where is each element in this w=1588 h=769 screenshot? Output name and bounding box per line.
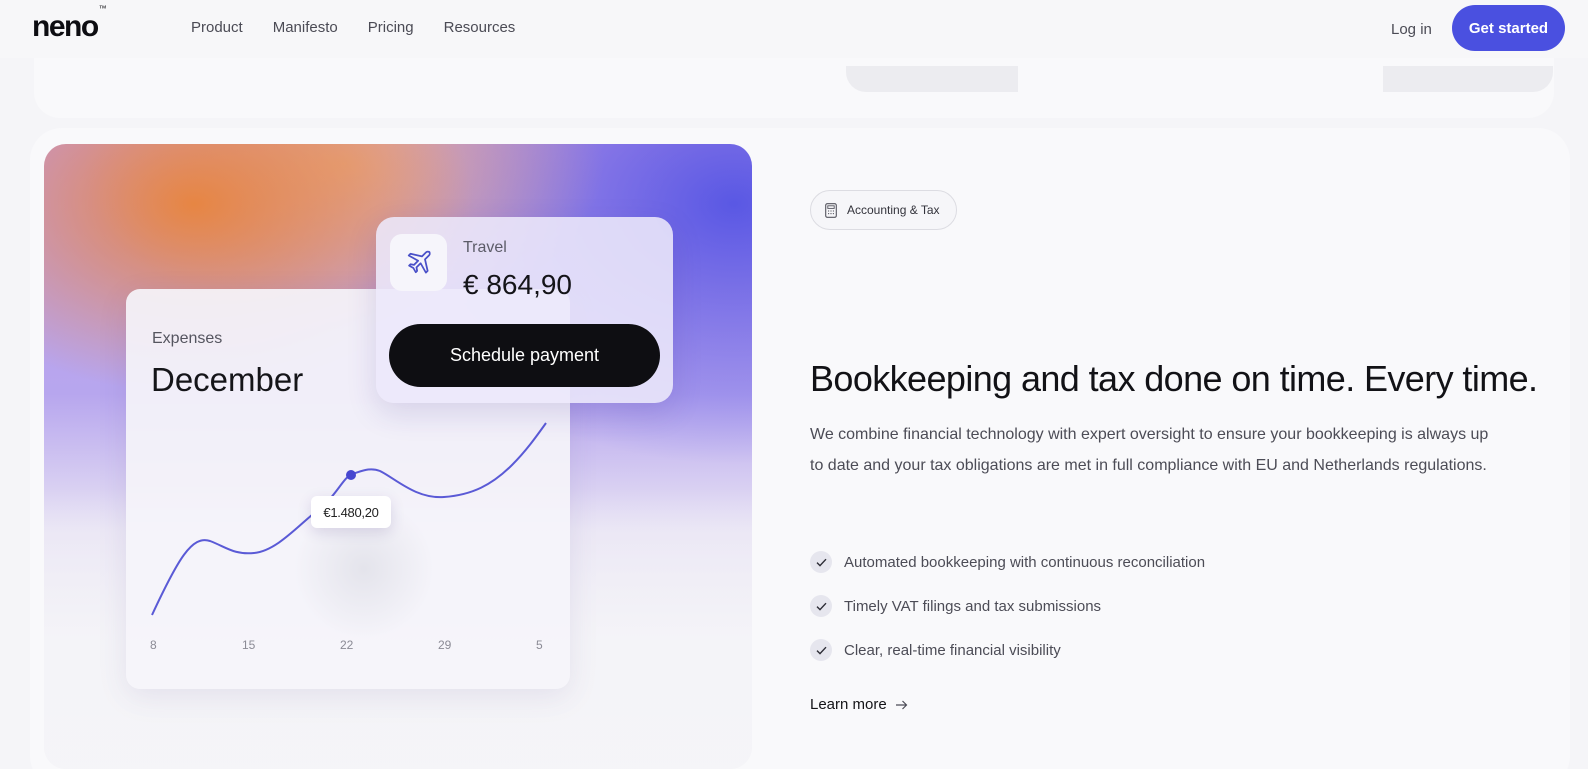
previous-section-element bbox=[846, 66, 1018, 92]
airplane-icon bbox=[407, 250, 431, 273]
page: neno™ Product Manifesto Pricing Resource… bbox=[0, 0, 1588, 769]
login-link[interactable]: Log in bbox=[1391, 21, 1432, 38]
feature-label: Clear, real-time financial visibility bbox=[844, 641, 1061, 659]
nav-link-manifesto[interactable]: Manifesto bbox=[273, 19, 338, 36]
top-nav: neno™ Product Manifesto Pricing Resource… bbox=[0, 0, 1588, 58]
section-headline: Bookkeeping and tax done on time. Every … bbox=[810, 358, 1538, 399]
section-description: We combine financial technology with exp… bbox=[810, 426, 1489, 474]
learn-more-label: Learn more bbox=[810, 696, 887, 713]
x-tick-label: 15 bbox=[242, 638, 256, 652]
check-icon bbox=[810, 595, 832, 617]
previous-section-element bbox=[1383, 66, 1553, 92]
category-badge: Accounting & Tax bbox=[810, 190, 957, 230]
travel-icon-box bbox=[390, 234, 447, 291]
logo-trademark: ™ bbox=[98, 4, 107, 13]
travel-amount: € 864,90 bbox=[463, 269, 572, 300]
chart-highlight-point[interactable] bbox=[346, 470, 356, 480]
calculator-icon bbox=[825, 202, 837, 218]
schedule-payment-button[interactable]: Schedule payment bbox=[389, 324, 660, 387]
feature-item: Automated bookkeeping with continuous re… bbox=[810, 540, 1205, 584]
nav-link-product[interactable]: Product bbox=[191, 19, 243, 36]
arrow-right-icon bbox=[895, 700, 908, 709]
nav-links: Product Manifesto Pricing Resources bbox=[191, 19, 545, 36]
get-started-button[interactable]: Get started bbox=[1452, 5, 1565, 51]
check-icon bbox=[810, 551, 832, 573]
feature-item: Timely VAT filings and tax submissions bbox=[810, 584, 1205, 628]
badge-label: Accounting & Tax bbox=[847, 203, 940, 217]
feature-label: Timely VAT filings and tax submissions bbox=[844, 597, 1102, 615]
x-tick-label: 8 bbox=[150, 638, 157, 652]
check-icon bbox=[810, 639, 832, 661]
travel-label: Travel bbox=[463, 239, 507, 256]
previous-section-edge bbox=[34, 58, 1554, 118]
feature-item: Clear, real-time financial visibility bbox=[810, 628, 1205, 672]
logo[interactable]: neno™ bbox=[32, 4, 107, 44]
nav-link-resources[interactable]: Resources bbox=[444, 19, 516, 36]
x-tick-label: 22 bbox=[340, 638, 354, 652]
chart-tooltip: €1.480,20 bbox=[311, 496, 391, 528]
x-tick-label: 5 bbox=[536, 638, 543, 652]
travel-card: Travel € 864,90 Schedule payment bbox=[376, 217, 673, 403]
feature-list: Automated bookkeeping with continuous re… bbox=[810, 540, 1205, 672]
feature-label: Automated bookkeeping with continuous re… bbox=[844, 553, 1206, 571]
learn-more-link[interactable]: Learn more bbox=[810, 696, 908, 713]
x-tick-label: 29 bbox=[438, 638, 452, 652]
nav-link-pricing[interactable]: Pricing bbox=[368, 19, 414, 36]
